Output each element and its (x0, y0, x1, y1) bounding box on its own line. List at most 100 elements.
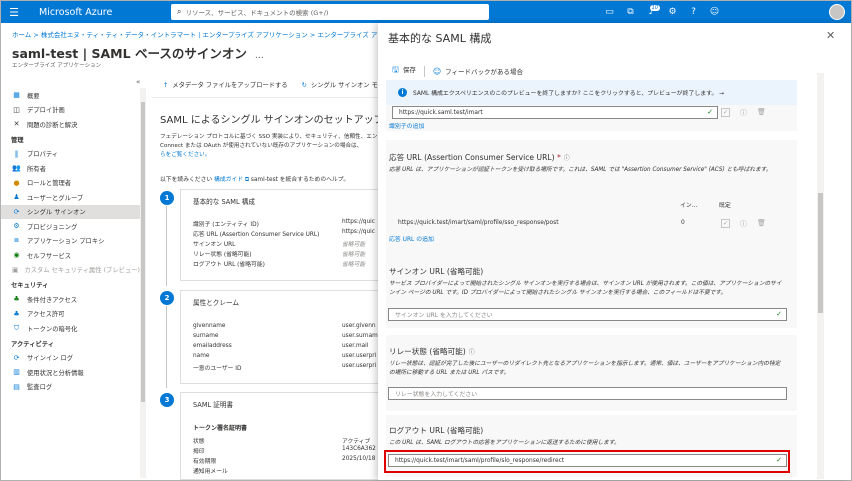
add-identifier-link[interactable]: 識別子の追加 (389, 121, 424, 130)
proxy-icon: ⧈ (14, 236, 19, 245)
section-activity: アクティビティ (11, 340, 55, 348)
info-icon: ⓘ (740, 220, 747, 228)
sidebar-item-label: デプロイ計画 (27, 107, 65, 115)
delete-icon[interactable]: 🗑 (757, 219, 766, 229)
search-input[interactable]: ⌕ リソース、サービス、ドキュメントの検索 (G+/) (171, 4, 489, 20)
sidebar: ▦ 概要 ◫ デプロイ計画 ✕ 問題の診断と解決 管理 ‖ プロパティ 👥 所有者 ● ロー… (1, 78, 140, 480)
sidebar-item-signin-logs[interactable]: ⟳ サインイン ログ (1, 351, 140, 366)
sidebar-item-label: ロールと管理者 (27, 180, 72, 188)
feedback-icon[interactable]: ☺ (704, 7, 725, 17)
help-icon[interactable]: ? (683, 7, 704, 17)
permission-icon: ♣ (13, 309, 20, 318)
info-icon: ⓘ (563, 155, 570, 162)
card-key: givenname (193, 323, 226, 329)
sidebar-scrollbar[interactable] (140, 88, 146, 478)
sidebar-item-label: アクセス許可 (27, 311, 65, 319)
sidebar-item-deploy-plan[interactable]: ◫ デプロイ計画 (1, 103, 140, 118)
scrollbar-thumb[interactable] (818, 193, 823, 313)
breadcrumb[interactable]: ホーム > 株式会社エヌ・ティ・ティ・データ・イントラマート | エンタープライ… (12, 29, 423, 39)
upload-metadata-button[interactable]: ↑ メタデータ ファイルをアップロードする (163, 80, 288, 89)
card-title: 基本的な SAML 構成 (193, 198, 255, 206)
panel-scrollbar[interactable] (817, 73, 824, 479)
card-key: リレー状態 (省略可能) (193, 252, 252, 258)
card-basic-saml: 基本的な SAML 構成 識別子 (エンティティ ID) https://qui… (180, 189, 390, 281)
sidebar-item-permissions[interactable]: ♣ アクセス許可 (1, 307, 140, 322)
sidebar-item-label: 所有者 (27, 165, 46, 173)
guide-link[interactable]: 構成ガイド (214, 177, 243, 183)
save-label: 保存 (402, 66, 416, 74)
sidebar-item-audit-logs[interactable]: ▤ 監査ログ (1, 380, 140, 395)
default-checkbox[interactable]: ✓ (721, 219, 730, 228)
relay-title-text: リレー状態 (省略可能) (389, 347, 466, 356)
default-checkbox[interactable]: ✓ (721, 108, 730, 117)
directory-filter-icon[interactable]: ⧉ (620, 7, 641, 17)
feedback-button[interactable]: ☺ フィードバックがある場合 (433, 66, 523, 76)
menu-icon[interactable]: ☰ (1, 1, 27, 23)
card-key: 有効期限 (193, 459, 217, 465)
card-key: name (193, 353, 210, 359)
shield-icon: ⛉ (13, 323, 20, 332)
sidebar-item-self-service[interactable]: ◉ セルフサービス (1, 248, 140, 263)
settings-icon[interactable]: ⚙ (662, 7, 683, 17)
scrollbar-thumb[interactable] (141, 102, 145, 402)
avatar[interactable] (829, 4, 845, 20)
sidebar-item-owners[interactable]: 👥 所有者 (1, 161, 140, 176)
add-reply-url-link[interactable]: 応答 URL の追加 (389, 234, 434, 243)
relay-state-description: リレー状態は、認証が完了した後にユーザーのリダイレクト先となるアプリケーションを… (389, 360, 809, 378)
card-value: user.givenn (342, 323, 376, 329)
card-value: https://quic (342, 219, 375, 225)
sidebar-item-provisioning[interactable]: ⚙ プロビジョニング (1, 219, 140, 234)
page-subtitle: エンタープライズ アプリケーション (12, 63, 102, 69)
sidebar-item-custom-attrs[interactable]: ▣ カスタム セキュリティ属性 (プレビュー) (1, 263, 140, 278)
sidebar-item-sso[interactable]: ⟳ シングル サインオン (1, 204, 140, 219)
desc-link[interactable]: らをご覧ください。 (160, 151, 390, 160)
signon-url-title: サインオン URL (省略可能) (389, 266, 483, 277)
sidebar-item-app-proxy[interactable]: ⧈ アプリケーション プロキシ (1, 234, 140, 249)
panel-title: 基本的な SAML 構成 (388, 32, 492, 45)
card-subtitle: トークン署名証明書 (193, 425, 248, 432)
cloud-shell-icon[interactable]: ▭ (599, 7, 620, 17)
sidebar-item-properties[interactable]: ‖ プロパティ (1, 147, 140, 162)
sidebar-item-users-groups[interactable]: ♟ ユーザーとグループ (1, 190, 140, 205)
sidebar-item-label: シングル サインオン (27, 209, 86, 217)
feedback-icon: ☺ (432, 67, 442, 76)
sidebar-item-roles[interactable]: ● ロールと管理者 (1, 176, 140, 191)
close-icon[interactable]: ✕ (826, 29, 835, 42)
reply-url-value[interactable]: https://quick.test/imart/saml/profile/ss… (398, 220, 559, 226)
search-icon: ⌕ (177, 7, 182, 16)
sidebar-item-diagnose[interactable]: ✕ 問題の診断と解決 (1, 117, 140, 132)
delete-icon[interactable]: 🗑 (757, 108, 766, 118)
sidebar-item-overview[interactable]: ▦ 概要 (1, 88, 140, 103)
card-key: サインオン URL (193, 242, 236, 248)
card-value: 省略可能 (342, 242, 366, 248)
users-icon: ♟ (13, 193, 20, 202)
relay-state-title: リレー状態 (省略可能) ⓘ (389, 346, 475, 357)
main-description: フェデレーション プロトコルに基づく SSO 実装により、セキュリティ、信頼性、… (160, 133, 390, 160)
info-icon: i (398, 88, 407, 97)
relay-state-input[interactable]: リレー状態を入力してください (388, 387, 787, 400)
check-icon: ✓ (707, 108, 713, 116)
relay-desc-line-1: リレー状態は、認証が完了した後にユーザーのリダイレクト先となるアプリケーションを… (389, 361, 781, 367)
more-icon[interactable]: … (255, 51, 264, 61)
notifications-icon[interactable]: ♪ 10 (641, 5, 662, 17)
preview-info-bar[interactable]: i SAML 構成エクスペリエンスのこのプレビューを終了しますか? ここをクリッ… (386, 80, 797, 105)
signon-url-input[interactable]: サインオン URL を入力してください ✓ (388, 308, 787, 321)
guide-suffix: saml-test を統合するためのヘルプ。 (250, 177, 350, 183)
brand-logo[interactable]: Microsoft Azure (39, 7, 149, 18)
azure-topbar: ☰ Microsoft Azure ⌕ リソース、サービス、ドキュメントの検索 … (1, 1, 851, 23)
relay-desc-line-2: の場所に移動する URL または URL パスです。 (389, 370, 510, 376)
sidebar-item-conditional-access[interactable]: ♣ 条件付きアクセス (1, 292, 140, 307)
card-value: 省略可能 (342, 262, 366, 268)
chart-icon: ▥ (13, 368, 20, 377)
save-button[interactable]: 🖫 保存 (392, 64, 416, 78)
sidebar-item-label: トークンの暗号化 (27, 325, 78, 333)
identifier-input[interactable]: https://quick.saml.test/imart ✓ (392, 106, 718, 119)
sidebar-item-token-encryption[interactable]: ⛉ トークンの暗号化 (1, 321, 140, 336)
save-icon: 🖫 (392, 65, 399, 74)
sidebar-item-label: プロビジョニング (27, 223, 78, 231)
signon-url-description: サービス プロバイダーによって開始されたシングル サインオンを実行する場合は、サ… (389, 280, 809, 298)
signon-desc-line-2: ンイン ページの URL です。ID プロバイダーによって開始されたシングル サ… (389, 290, 727, 296)
sidebar-item-label: アプリケーション プロキシ (27, 238, 105, 246)
sidebar-item-usage[interactable]: ▥ 使用状況と分析情報 (1, 365, 140, 380)
reply-url-index[interactable]: 0 (681, 220, 685, 226)
